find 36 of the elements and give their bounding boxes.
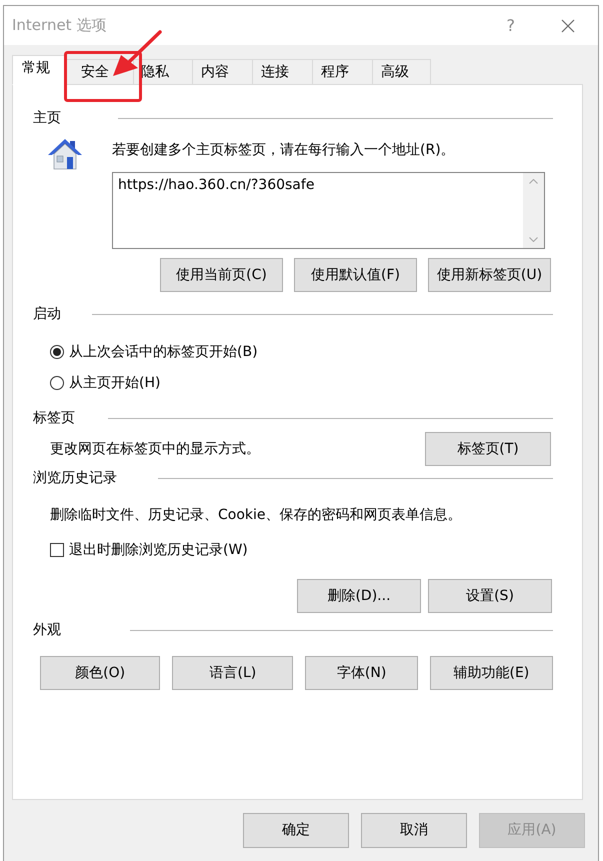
address-field[interactable]: https://hao.360.cn/?360safe — [112, 172, 545, 249]
radio-button[interactable] — [50, 345, 64, 359]
dialog-button[interactable]: 确定 — [243, 813, 349, 848]
close-button[interactable] — [561, 18, 575, 32]
dialog-button[interactable]: 取消 — [361, 813, 467, 848]
appearance-button[interactable]: 颜色(O) — [40, 656, 160, 690]
radio-button[interactable] — [50, 376, 64, 390]
tab[interactable]: 程序 — [313, 59, 373, 85]
description-text: 删除临时文件、历史记录、Cookie、保存的密码和网页表单信息。 — [49, 506, 463, 524]
radio-label: 从主页开始(H) — [69, 374, 160, 392]
section-heading: 主页 — [33, 109, 61, 127]
description-text: 更改网页在标签页中的显示方式。 — [50, 440, 260, 458]
instruction-text: 若要创建多个主页标签页，请在每行输入一个地址(R)。 — [112, 141, 456, 159]
tab[interactable]: 隐私 — [134, 59, 193, 85]
checkbox-label: 退出时删除浏览历史记录(W) — [69, 541, 248, 559]
appearance-button[interactable]: 辅助功能(E) — [430, 656, 553, 690]
close-icon — [561, 18, 575, 32]
tab[interactable]: 常规 — [12, 55, 65, 85]
window-title: Internet 选项 — [12, 15, 106, 36]
history-button[interactable]: 设置(S) — [428, 579, 552, 613]
tabs-button[interactable]: 标签页(T) — [425, 432, 551, 466]
home-page-button[interactable]: 使用新标签页(U) — [428, 258, 551, 292]
section-heading: 浏览历史记录 — [33, 469, 117, 487]
tab[interactable]: 连接 — [253, 59, 313, 85]
section-heading: 外观 — [33, 621, 61, 639]
history-button[interactable]: 删除(D)... — [297, 579, 421, 613]
radio-label: 从上次会话中的标签页开始(B) — [69, 343, 258, 361]
appearance-button[interactable]: 字体(N) — [305, 656, 418, 690]
section-heading: 启动 — [33, 305, 61, 323]
tab[interactable]: 内容 — [193, 59, 253, 85]
tab[interactable]: 高级 — [373, 59, 431, 85]
appearance-button[interactable]: 语言(L) — [172, 656, 294, 690]
checkbox[interactable] — [50, 543, 64, 557]
section-heading: 标签页 — [33, 409, 75, 427]
home-page-button[interactable]: 使用默认值(F) — [294, 258, 417, 292]
home-page-button[interactable]: 使用当前页(C) — [160, 258, 283, 292]
